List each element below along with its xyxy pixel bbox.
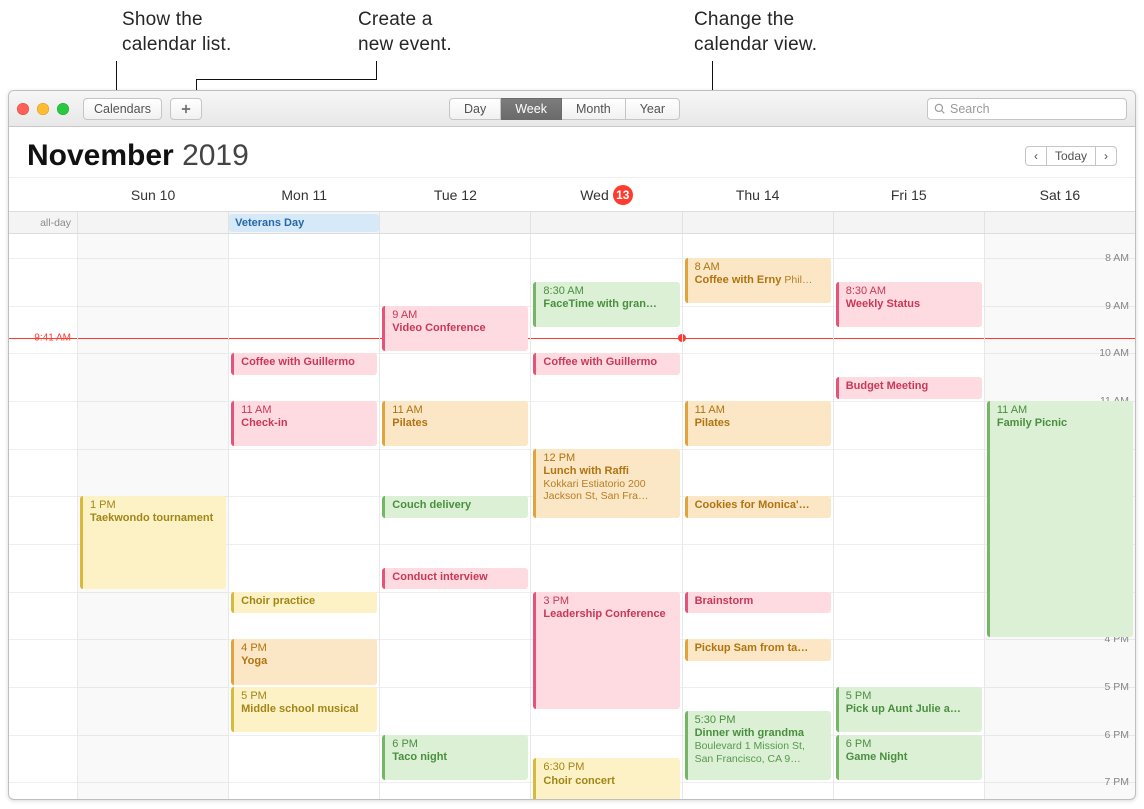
- calendar-event[interactable]: 8:30 AMFaceTime with gran…: [533, 282, 679, 328]
- calendar-event[interactable]: Couch delivery: [382, 496, 528, 518]
- allday-slot[interactable]: [379, 212, 530, 233]
- day-column[interactable]: Coffee with Guillermo 11 AMCheck-in Choir …: [228, 234, 379, 800]
- new-event-button[interactable]: [170, 98, 202, 120]
- allday-slot[interactable]: [682, 212, 833, 233]
- calendar-event[interactable]: 11 AMFamily Picnic: [987, 401, 1133, 637]
- calendar-event[interactable]: Coffee with Guillermo: [231, 353, 377, 375]
- allday-slot[interactable]: [984, 212, 1135, 233]
- allday-slot[interactable]: Veterans Day: [228, 212, 379, 233]
- day-header-cell[interactable]: Thu 14: [682, 178, 833, 211]
- day-column[interactable]: 1 PMTaekwondo tournament: [77, 234, 228, 800]
- calendar-event[interactable]: Conduct interview: [382, 568, 528, 590]
- allday-row: all-day Veterans Day: [9, 212, 1135, 234]
- view-segment: Day Week Month Year: [449, 98, 680, 120]
- allday-event[interactable]: Veterans Day: [229, 214, 379, 232]
- day-header-cell[interactable]: Tue 12: [379, 178, 530, 211]
- today-badge: 13: [613, 185, 633, 205]
- close-icon[interactable]: [17, 103, 29, 115]
- week-nav: ‹ Today ›: [1025, 146, 1117, 166]
- fullscreen-icon[interactable]: [57, 103, 69, 115]
- day-header: Sun 10Mon 11Tue 12Wed13Thu 14Fri 15Sat 1…: [9, 178, 1135, 212]
- callout-view: Change the calendar view.: [694, 8, 817, 57]
- allday-slot[interactable]: [833, 212, 984, 233]
- plus-icon: [181, 103, 191, 115]
- calendar-event[interactable]: 6:30 PMChoir concert: [533, 758, 679, 800]
- search-input[interactable]: Search: [927, 98, 1127, 120]
- search-icon: [934, 103, 946, 115]
- calendar-event[interactable]: 9 AMVideo Conference: [382, 306, 528, 352]
- calendar-event[interactable]: 1 PMTaekwondo tournament: [80, 496, 226, 589]
- day-column[interactable]: 8:30 AMFaceTime with gran… Coffee with Gu…: [530, 234, 681, 800]
- today-button[interactable]: Today: [1047, 146, 1096, 166]
- day-header-cell[interactable]: Sat 16: [984, 178, 1135, 211]
- calendar-event[interactable]: 11 AMPilates: [685, 401, 831, 447]
- view-month[interactable]: Month: [562, 98, 626, 120]
- day-header-cell[interactable]: Wed13: [530, 178, 681, 211]
- window-controls: [17, 103, 69, 115]
- calendar-event[interactable]: 8 AMCoffee with Erny Phil…: [685, 258, 831, 304]
- calendar-event[interactable]: 12 PMLunch with RaffiKokkari Estiatorio …: [533, 449, 679, 519]
- calendar-window: Calendars Day Week Month Year Search Nov…: [8, 90, 1136, 800]
- calendar-event[interactable]: 5 PMMiddle school musical: [231, 687, 377, 733]
- view-year[interactable]: Year: [626, 98, 680, 120]
- calendar-event[interactable]: 4 PMYoga: [231, 639, 377, 685]
- day-column[interactable]: 9 AMVideo Conference 11 AMPilates Couch de…: [379, 234, 530, 800]
- day-column[interactable]: 8 AMCoffee with Erny Phil… 11 AMPilates Co…: [682, 234, 833, 800]
- calendar-event[interactable]: 5:30 PMDinner with grandmaBoulevard 1 Mi…: [685, 711, 831, 781]
- day-column[interactable]: 8:30 AMWeekly Status Budget Meeting 5 PMPi…: [833, 234, 984, 800]
- prev-week-button[interactable]: ‹: [1025, 146, 1047, 166]
- day-header-cell[interactable]: Mon 11: [228, 178, 379, 211]
- allday-label: all-day: [9, 212, 77, 233]
- calendar-event[interactable]: 8:30 AMWeekly Status: [836, 282, 982, 328]
- calendar-event[interactable]: 11 AMPilates: [382, 401, 528, 447]
- day-column[interactable]: 11 AMFamily Picnic: [984, 234, 1135, 800]
- view-day[interactable]: Day: [449, 98, 501, 120]
- calendar-event[interactable]: Pickup Sam from ta…: [685, 639, 831, 661]
- calendar-event[interactable]: 3 PMLeadership Conference: [533, 592, 679, 709]
- calendar-event[interactable]: Brainstorm: [685, 592, 831, 614]
- next-week-button[interactable]: ›: [1096, 146, 1117, 166]
- allday-slot[interactable]: [77, 212, 228, 233]
- calendar-event[interactable]: 6 PMGame Night: [836, 735, 982, 781]
- callout-new-event: Create a new event.: [358, 8, 452, 57]
- calendar-event[interactable]: Budget Meeting: [836, 377, 982, 399]
- view-week[interactable]: Week: [501, 98, 562, 120]
- week-grid: 8 AM9 AM10 AM11 AMNoon1 PM2 PM3 PM4 PM5 …: [9, 234, 1135, 800]
- month-header: November 2019 ‹ Today ›: [9, 127, 1135, 178]
- calendar-event[interactable]: 11 AMCheck-in: [231, 401, 377, 447]
- allday-slot[interactable]: [530, 212, 681, 233]
- page-title: November 2019: [27, 139, 249, 173]
- calendars-button[interactable]: Calendars: [83, 98, 162, 120]
- calendar-event[interactable]: Coffee with Guillermo: [533, 353, 679, 375]
- day-header-cell[interactable]: Fri 15: [833, 178, 984, 211]
- calendar-event[interactable]: 6 PMTaco night: [382, 735, 528, 781]
- calendar-event[interactable]: Cookies for Monica'…: [685, 496, 831, 518]
- day-header-cell[interactable]: Sun 10: [77, 178, 228, 211]
- calendar-event[interactable]: 5 PMPick up Aunt Julie a…: [836, 687, 982, 733]
- search-placeholder: Search: [950, 102, 990, 116]
- minimize-icon[interactable]: [37, 103, 49, 115]
- calendar-event[interactable]: Choir practice: [231, 592, 377, 614]
- callout-calendar-list: Show the calendar list.: [122, 8, 231, 57]
- titlebar: Calendars Day Week Month Year Search: [9, 91, 1135, 127]
